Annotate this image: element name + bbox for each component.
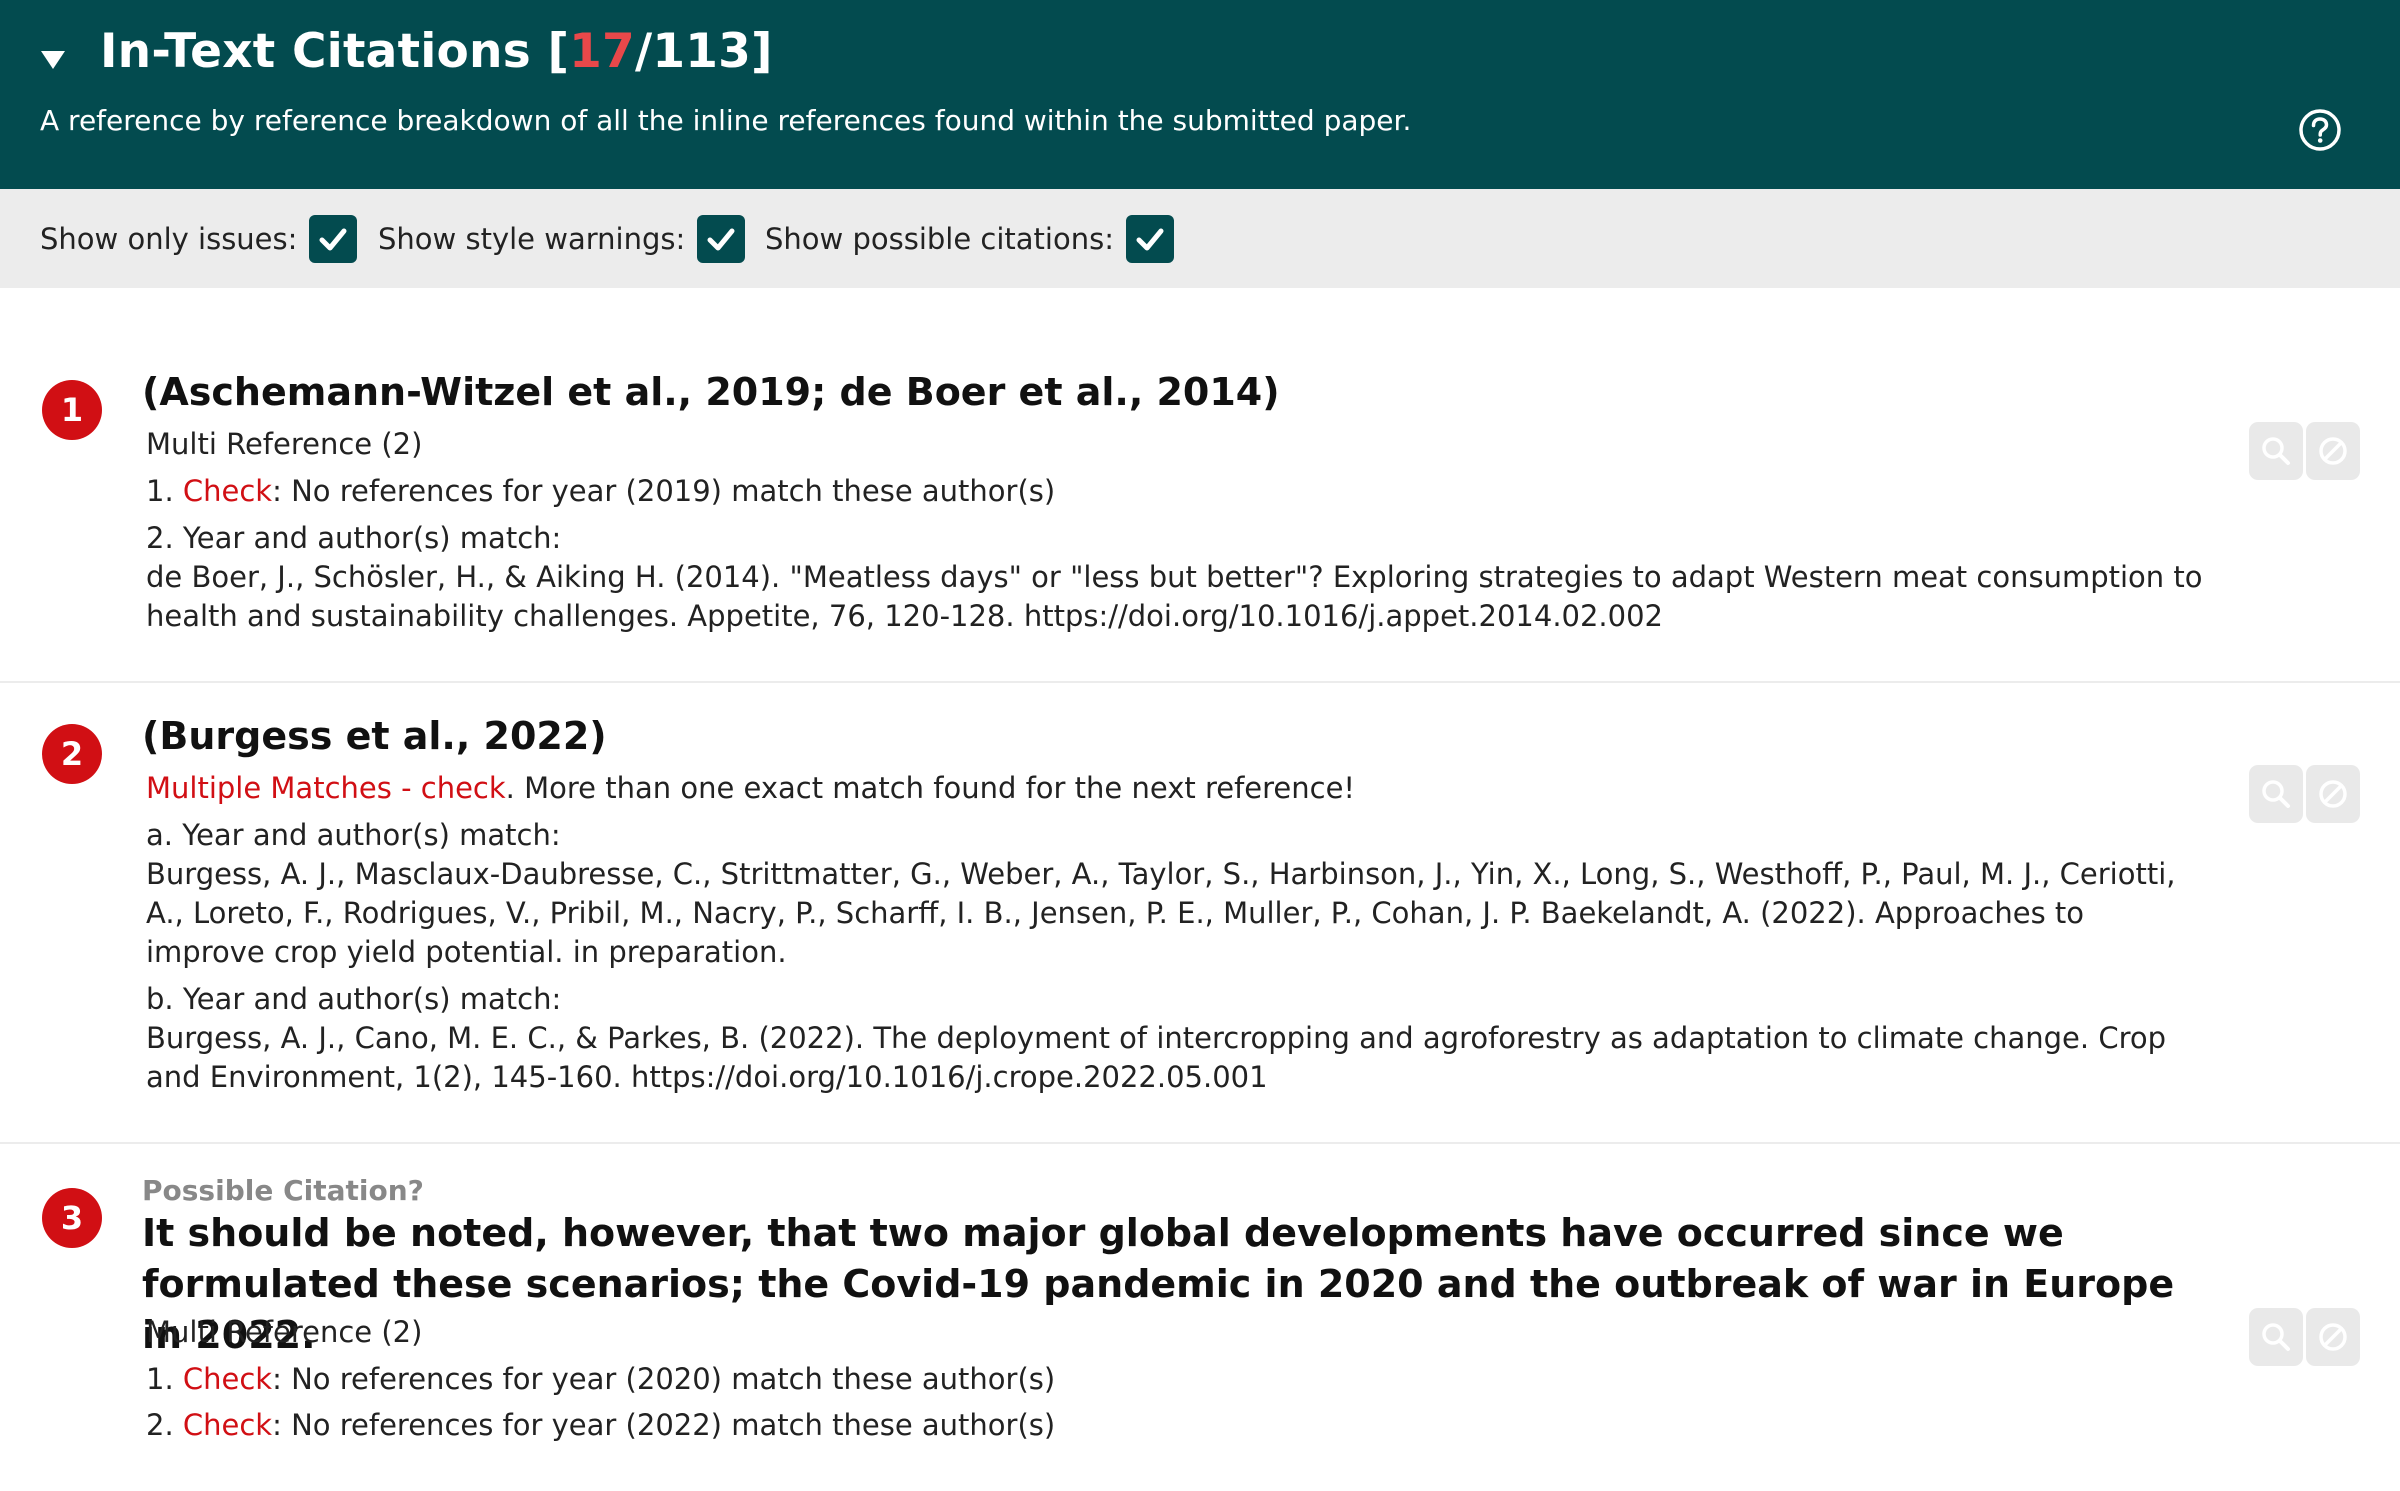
match-label: b. Year and author(s) match: bbox=[146, 982, 562, 1016]
filter-label: Show possible citations: bbox=[765, 222, 1114, 256]
citation-title: (Aschemann-Witzel et al., 2019; de Boer … bbox=[142, 370, 1280, 414]
warning-message: . More than one exact match found for th… bbox=[505, 771, 1356, 805]
check-link[interactable]: Check bbox=[183, 474, 272, 508]
section-subtitle: A reference by reference breakdown of al… bbox=[40, 104, 1412, 137]
total-count: 113 bbox=[652, 24, 752, 79]
citation-type-label: Multi Reference (2) bbox=[146, 427, 423, 461]
check-message: : No references for year (2022) match th… bbox=[272, 1408, 1056, 1442]
issues-count: 17 bbox=[569, 24, 635, 79]
filter-bar: Show only issues: Show style warnings: S… bbox=[0, 189, 2400, 288]
filter-label: Show only issues: bbox=[40, 222, 298, 256]
match-label: 2. Year and author(s) match: bbox=[146, 521, 562, 555]
collapse-toggle-icon[interactable] bbox=[38, 44, 68, 74]
title-text: In-Text Citations [ bbox=[100, 24, 570, 79]
filter-show-style-warnings[interactable]: Show style warnings: bbox=[378, 215, 746, 263]
block-icon bbox=[2319, 780, 2347, 808]
check-link[interactable]: Check bbox=[183, 1362, 272, 1396]
match-label: a. Year and author(s) match: bbox=[146, 818, 561, 852]
count-separator: / bbox=[634, 24, 653, 79]
show-possible-citations-checkbox[interactable] bbox=[1126, 215, 1174, 263]
block-icon bbox=[2319, 1323, 2347, 1351]
multiple-matches-link[interactable]: Multiple Matches - check bbox=[146, 771, 506, 805]
possible-citation-label: Possible Citation? bbox=[142, 1174, 424, 1207]
check-message: : No references for year (2020) match th… bbox=[272, 1362, 1056, 1396]
citation-check-line: 2. Check: No references for year (2022) … bbox=[146, 1408, 1055, 1442]
check-link[interactable]: Check bbox=[183, 1408, 272, 1442]
item-prefix: 1. bbox=[146, 474, 183, 508]
citation-number-badge: 1 bbox=[42, 380, 102, 440]
reference-text: Burgess, A. J., Masclaux-Daubresse, C., … bbox=[146, 857, 2176, 969]
filter-show-possible-citations[interactable]: Show possible citations: bbox=[765, 215, 1174, 263]
search-button[interactable] bbox=[2249, 1308, 2303, 1366]
title-bracket: ] bbox=[751, 24, 773, 79]
item-divider bbox=[0, 1142, 2400, 1144]
ignore-button[interactable] bbox=[2306, 422, 2360, 480]
show-only-issues-checkbox[interactable] bbox=[309, 215, 358, 263]
block-icon bbox=[2319, 437, 2347, 465]
warning-line: Multiple Matches - check. More than one … bbox=[146, 771, 1355, 805]
citation-check-line: 1. Check: No references for year (2019) … bbox=[146, 474, 1055, 508]
search-button[interactable] bbox=[2249, 422, 2303, 480]
ignore-button[interactable] bbox=[2306, 765, 2360, 823]
citation-type-label: Multi Reference (2) bbox=[146, 1315, 423, 1349]
ignore-button[interactable] bbox=[2306, 1308, 2360, 1366]
check-message: : No references for year (2019) match th… bbox=[272, 474, 1056, 508]
filter-label: Show style warnings: bbox=[378, 222, 686, 256]
item-divider bbox=[0, 681, 2400, 683]
filter-show-only-issues[interactable]: Show only issues: bbox=[40, 215, 358, 263]
item-prefix: 1. bbox=[146, 1362, 183, 1396]
search-icon bbox=[2262, 1323, 2290, 1351]
section-title: In-Text Citations [17/113] bbox=[100, 24, 773, 79]
citation-number-badge: 3 bbox=[42, 1188, 102, 1248]
search-icon bbox=[2262, 780, 2290, 808]
section-header: In-Text Citations [17/113] A reference b… bbox=[0, 0, 2400, 189]
citation-title: (Burgess et al., 2022) bbox=[142, 714, 607, 758]
search-button[interactable] bbox=[2249, 765, 2303, 823]
search-icon bbox=[2262, 437, 2290, 465]
reference-text: Burgess, A. J., Cano, M. E. C., & Parkes… bbox=[146, 1021, 2167, 1094]
citation-check-line: 1. Check: No references for year (2020) … bbox=[146, 1362, 1055, 1396]
item-prefix: 2. bbox=[146, 1408, 183, 1442]
help-icon[interactable] bbox=[2298, 108, 2342, 152]
checkmark-icon bbox=[707, 228, 735, 251]
citation-title: It should be noted, however, that two ma… bbox=[142, 1211, 2175, 1357]
reference-text: de Boer, J., Schösler, H., & Aiking H. (… bbox=[146, 560, 2203, 633]
checkmark-icon bbox=[319, 228, 347, 251]
show-style-warnings-checkbox[interactable] bbox=[697, 215, 746, 263]
citation-number-badge: 2 bbox=[42, 724, 102, 784]
checkmark-icon bbox=[1136, 228, 1164, 251]
